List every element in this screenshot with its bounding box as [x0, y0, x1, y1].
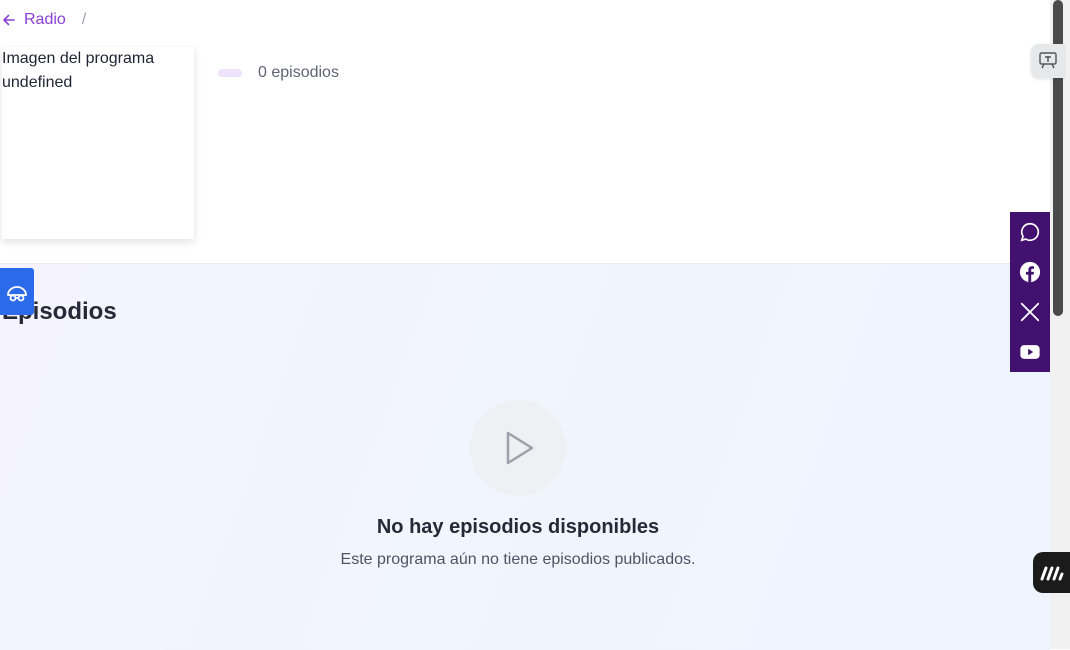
breadcrumb: Radio / [0, 6, 86, 34]
play-icon [470, 400, 566, 496]
accessibility-button[interactable] [0, 268, 34, 315]
brand-badge[interactable] [1033, 552, 1070, 593]
empty-state-title: No hay episodios disponibles [376, 516, 660, 538]
translate-icon [1038, 52, 1057, 69]
empty-state-subtitle: Este programa aún no tiene episodios pub… [340, 551, 696, 568]
social-share-bar [1010, 212, 1050, 372]
program-meta: 0 episodios [218, 64, 339, 82]
whatsapp-icon[interactable] [1018, 220, 1042, 244]
program-image: Imagen del programa undefined [2, 47, 194, 239]
episodes-section: Episodios No hay episodios disponibles E… [0, 263, 1050, 650]
program-image-alt: Imagen del programa undefined [2, 50, 155, 91]
facebook-icon[interactable] [1018, 260, 1042, 284]
breadcrumb-separator: / [81, 11, 87, 28]
arrow-left-icon [3, 14, 15, 26]
accessibility-icon [7, 285, 27, 301]
translate-button[interactable] [1031, 44, 1064, 78]
brand-logo-icon [1040, 566, 1063, 580]
x-icon[interactable] [1018, 300, 1042, 324]
category-pill [218, 69, 242, 77]
youtube-icon[interactable] [1018, 340, 1042, 364]
back-link-label: Radio [24, 11, 66, 28]
episode-count: 0 episodios [258, 64, 339, 81]
back-link-radio[interactable]: Radio [0, 11, 66, 29]
